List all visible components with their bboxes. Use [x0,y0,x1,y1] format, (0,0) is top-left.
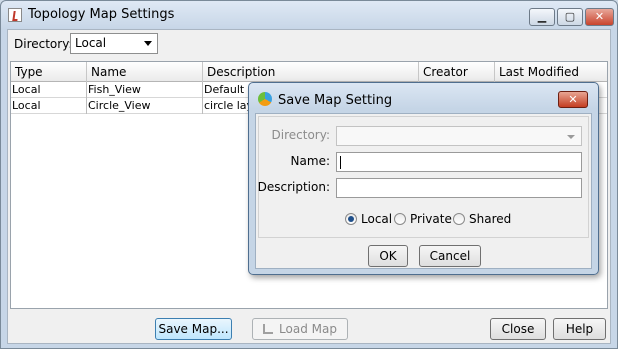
ok-button[interactable]: OK [368,245,408,267]
save-map-button[interactable]: Save Map... [155,318,232,340]
window-title: Topology Map Settings [28,7,175,22]
java-app-icon [8,8,22,22]
cancel-button[interactable]: Cancel [419,245,481,267]
radio-private-label: Private [410,212,452,226]
name-input[interactable] [336,152,582,172]
cell-name: Fish_View [87,82,203,98]
description-label: Description: [257,180,330,194]
column-header-last-modified[interactable]: Last Modified [495,62,607,82]
radio-local-label: Local [361,212,393,226]
column-header-name[interactable]: Name [87,62,203,82]
cell-type: Local [11,82,87,98]
dialog-directory-label: Directory: [271,128,330,142]
radio-unselected-icon [453,213,465,225]
directory-select[interactable]: Local [70,33,158,54]
radio-shared-label: Shared [469,212,512,226]
text-cursor [340,156,341,169]
title-bar[interactable]: Topology Map Settings ▁ ▢ ✕ [1,1,617,29]
close-button[interactable]: Close [490,318,546,340]
radio-selected-icon [345,213,357,225]
table-header: Type Name Description Creator Last Modif… [11,62,607,82]
help-button[interactable]: Help [553,318,606,340]
maximize-button[interactable]: ▢ [557,8,583,26]
close-window-button[interactable]: ✕ [585,8,614,26]
minimize-button[interactable]: ▁ [529,8,555,26]
dialog-close-button[interactable]: ✕ [558,91,588,108]
load-map-label: Load Map [279,322,337,336]
column-header-creator[interactable]: Creator [419,62,495,82]
load-map-button[interactable]: Load Map [252,318,348,340]
dialog-directory-select[interactable] [336,126,582,146]
dialog-title: Save Map Setting [278,93,393,108]
directory-select-value: Local [75,36,107,50]
chevron-down-icon [567,135,575,139]
cell-type: Local [11,98,87,114]
dialog-body: Directory: Name: Description: Local Priv… [255,113,592,269]
cell-name: Circle_View [87,98,203,114]
app-logo-icon [258,92,272,106]
save-map-dialog: Save Map Setting ✕ Directory: Name: Desc… [248,82,599,275]
directory-label: Directory: [14,37,73,51]
radio-private[interactable]: Private [394,212,452,226]
load-arrow-icon [263,324,274,334]
description-input[interactable] [336,178,582,198]
column-header-description[interactable]: Description [203,62,419,82]
radio-local[interactable]: Local [345,212,392,226]
radio-shared[interactable]: Shared [453,212,511,226]
radio-unselected-icon [394,213,406,225]
column-header-type[interactable]: Type [11,62,87,82]
name-label: Name: [290,154,330,168]
save-form: Directory: Name: Description: Local Priv… [258,116,589,238]
chevron-down-icon [144,41,152,46]
